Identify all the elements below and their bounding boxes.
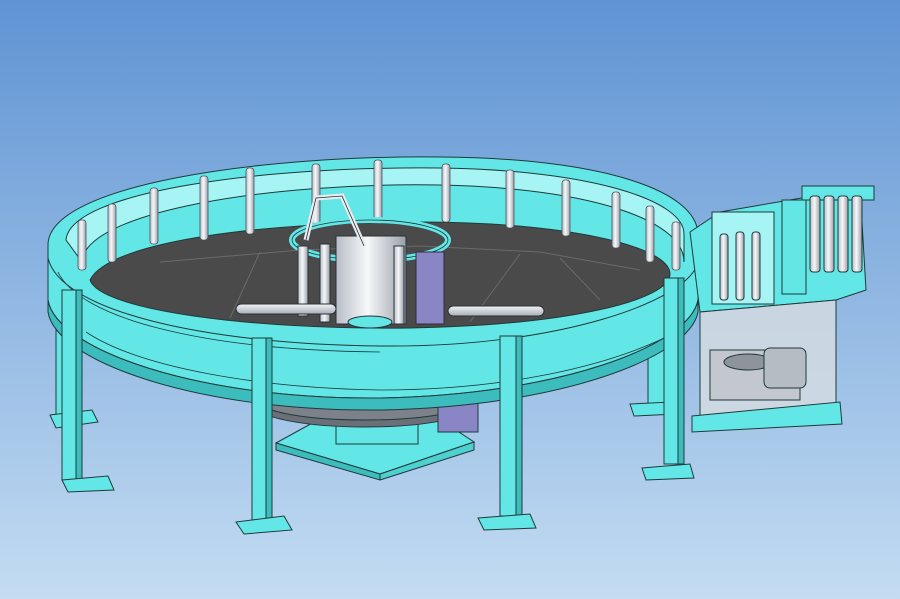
cad-scene (0, 0, 900, 599)
viewport (0, 0, 900, 599)
